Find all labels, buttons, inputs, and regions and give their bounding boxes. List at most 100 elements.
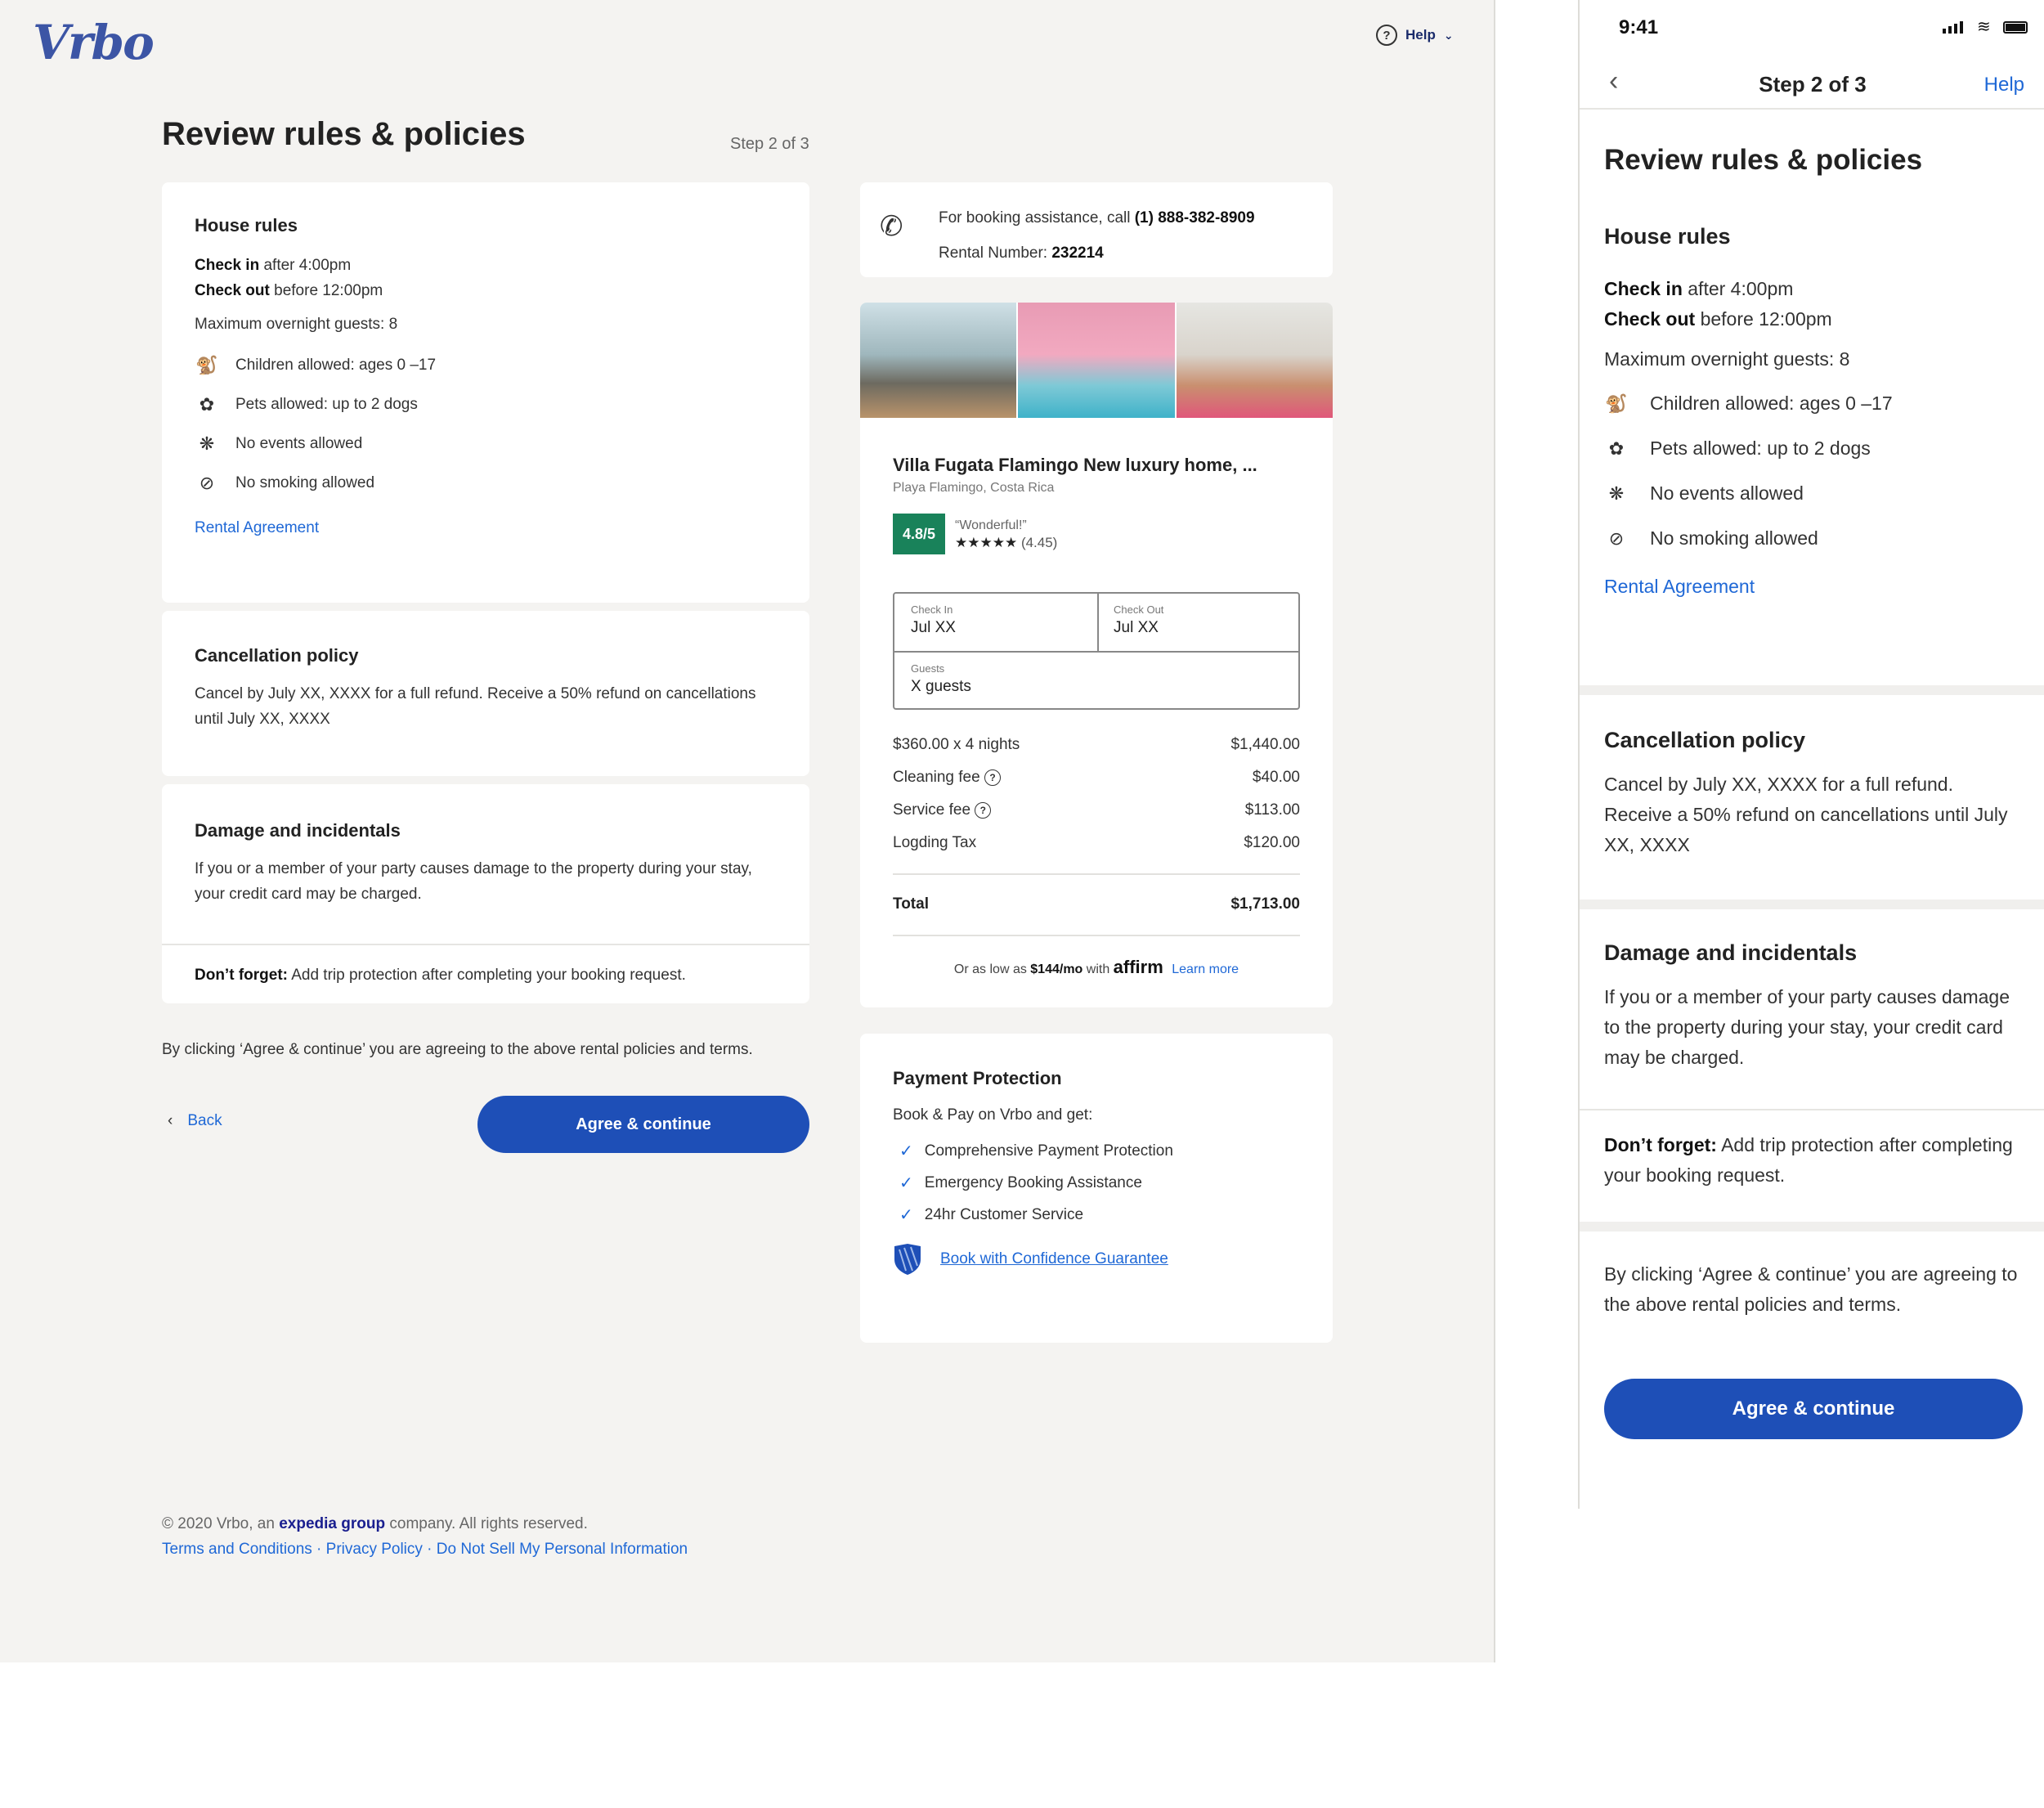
do-not-sell-link[interactable]: Do Not Sell My Personal Information — [437, 1541, 688, 1558]
question-circle-icon: ? — [1376, 25, 1397, 46]
mobile-rule-pets: ✿ Pets allowed: up to 2 dogs — [1604, 437, 2021, 460]
guarantee-link[interactable]: Book with Confidence Guarantee — [940, 1250, 1168, 1268]
wifi-icon: ≋ — [1977, 18, 1991, 36]
stroller-icon: 🐒 — [1605, 393, 1628, 414]
mobile-house-rules: House rules Check in after 4:00pm Check … — [1580, 221, 2044, 685]
price-row-service: Service fee ? $113.00 — [893, 801, 1300, 819]
mobile-agree-disclaimer: By clicking ‘Agree & continue’ you are a… — [1604, 1263, 2018, 1315]
dates-guests-box[interactable]: Check In Jul XX Check Out Jul XX Guests … — [893, 592, 1300, 710]
property-location: Playa Flamingo, Costa Rica — [893, 481, 1055, 495]
copyright: © 2020 Vrbo, an expedia group company. A… — [162, 1515, 588, 1532]
max-guests: Maximum overnight guests: 8 — [195, 316, 398, 333]
affirm-learn-more-link[interactable]: Learn more — [1172, 962, 1239, 976]
star-icon: ★★★★★ — [955, 535, 1018, 550]
privacy-link[interactable]: Privacy Policy — [326, 1541, 423, 1558]
mobile-cancellation-heading: Cancellation policy — [1604, 728, 1806, 752]
affirm-financing: Or as low as $144/mo with affirm Learn m… — [953, 957, 1239, 977]
shield-icon — [894, 1244, 921, 1275]
photo-dining — [1176, 303, 1333, 418]
mobile-house-rules-heading: House rules — [1604, 224, 1731, 249]
mobile-damage-heading: Damage and incidentals — [1604, 940, 1858, 965]
stroller-icon: 🐒 — [195, 355, 218, 375]
mobile-checkin-rule: Check in after 4:00pm — [1604, 278, 1794, 299]
property-photos[interactable] — [860, 303, 1333, 418]
no-events-icon: ❋ — [199, 433, 215, 454]
back-link[interactable]: ‹ Back — [168, 1112, 222, 1130]
help-menu[interactable]: ? Help ⌄ — [1376, 25, 1454, 46]
cancellation-text: Cancel by July XX, XXXX for a full refun… — [195, 685, 756, 728]
desktop-page: Vrbo ? Help ⌄ Review rules & policies St… — [0, 0, 1495, 1662]
check-icon: ✓ — [899, 1142, 913, 1160]
paw-icon: ✿ — [199, 394, 215, 415]
house-rules-card: House rules Check in after 4:00pm Check … — [162, 182, 809, 603]
protection-item: ✓ Comprehensive Payment Protection — [893, 1141, 1300, 1161]
affirm-logo: affirm — [1113, 957, 1163, 977]
damage-card: Damage and incidentals If you or a membe… — [162, 784, 809, 1003]
paw-icon: ✿ — [1608, 437, 1625, 459]
mobile-checkout-rule: Check out before 12:00pm — [1604, 308, 1832, 330]
payment-protection-subtitle: Book & Pay on Vrbo and get: — [893, 1106, 1093, 1124]
check-icon: ✓ — [899, 1206, 913, 1224]
footer: © 2020 Vrbo, an expedia group company. A… — [162, 1511, 688, 1562]
mobile-rule-events: ❋ No events allowed — [1604, 482, 2021, 505]
trip-protection-reminder: Don’t forget: Add trip protection after … — [195, 967, 686, 984]
cancellation-heading: Cancellation policy — [195, 645, 359, 666]
check-icon: ✓ — [899, 1174, 913, 1192]
rating-word: “Wonderful!” — [955, 518, 1027, 532]
mobile-page-title: Review rules & policies — [1604, 144, 1923, 176]
assistance-card: ✆ For booking assistance, call (1) 888-3… — [860, 182, 1333, 277]
price-total: Total $1,713.00 — [893, 895, 1300, 913]
battery-icon — [2003, 21, 2028, 34]
price-row-nights: $360.00 x 4 nights $1,440.00 — [893, 736, 1300, 753]
rating-badge: 4.8/5 — [893, 514, 945, 554]
protection-item: ✓ Emergency Booking Assistance — [893, 1173, 1300, 1193]
mobile-rule-children: 🐒 Children allowed: ages 0 –17 — [1605, 393, 1893, 414]
damage-text: If you or a member of your party causes … — [195, 860, 752, 903]
checkin-field[interactable]: Check In Jul XX — [911, 603, 956, 637]
assistance-phone: For booking assistance, call (1) 888-382… — [939, 209, 1255, 227]
mobile-cancellation: Cancellation policy Cancel by July XX, X… — [1580, 695, 2044, 900]
photo-living-room — [860, 303, 1017, 418]
mobile-page: 9:41 ≋ ‹ Step 2 of 3 Help Review rules &… — [1578, 0, 2044, 1509]
terms-link[interactable]: Terms and Conditions — [162, 1541, 312, 1558]
mobile-agree-continue-button[interactable]: Agree & continue — [1604, 1379, 2023, 1439]
info-icon[interactable]: ? — [975, 801, 992, 819]
nav-bar: ‹ Step 2 of 3 Help — [1580, 57, 2044, 110]
mobile-trip-protection-reminder: Don’t forget: Add trip protection after … — [1604, 1134, 2013, 1186]
rule-events: ❋ No events allowed — [195, 433, 777, 455]
help-label: Help — [1405, 27, 1436, 43]
no-events-icon: ❋ — [1608, 482, 1625, 504]
mobile-rule-smoking: ⊘ No smoking allowed — [1604, 527, 2021, 550]
rule-pets: ✿ Pets allowed: up to 2 dogs — [195, 394, 777, 415]
rating-stars: ★★★★★ (4.45) — [955, 535, 1058, 550]
price-breakdown: $360.00 x 4 nights $1,440.00 Cleaning fee… — [893, 736, 1300, 852]
guarantee-row: Book with Confidence Guarantee — [893, 1243, 1300, 1276]
property-card: Villa Fugata Flamingo New luxury home, .… — [860, 303, 1333, 1007]
mobile-damage: Damage and incidentals If you or a membe… — [1580, 909, 2044, 1222]
step-indicator: Step 2 of 3 — [730, 135, 809, 153]
checkout-rule: Check out before 12:00pm — [195, 282, 383, 299]
checkin-rule: Check in after 4:00pm — [195, 257, 352, 274]
price-row-cleaning: Cleaning fee ? $40.00 — [893, 769, 1300, 786]
vrbo-logo[interactable]: Vrbo — [33, 15, 155, 70]
rule-children: 🐒 Children allowed: ages 0 –17 — [195, 355, 437, 375]
info-icon[interactable]: ? — [984, 769, 1001, 786]
nav-title: Step 2 of 3 — [1759, 72, 1867, 96]
protection-item: ✓ 24hr Customer Service — [893, 1205, 1300, 1225]
nav-help-link[interactable]: Help — [1984, 74, 2024, 96]
no-smoking-icon: ⊘ — [199, 473, 215, 493]
damage-heading: Damage and incidentals — [195, 820, 401, 841]
mobile-rental-agreement-link[interactable]: Rental Agreement — [1604, 576, 2021, 598]
guests-field[interactable]: Guests X guests — [911, 662, 971, 696]
checkout-field[interactable]: Check Out Jul XX — [1114, 603, 1163, 637]
phone-icon: ✆ — [880, 211, 903, 242]
property-name[interactable]: Villa Fugata Flamingo New luxury home, .… — [893, 455, 1257, 476]
rental-agreement-link[interactable]: Rental Agreement — [195, 515, 777, 541]
photo-pool — [1018, 303, 1175, 418]
status-time: 9:41 — [1619, 16, 1659, 38]
agree-continue-button[interactable]: Agree & continue — [477, 1096, 809, 1153]
chevron-down-icon: ⌄ — [1443, 28, 1454, 42]
rule-smoking: ⊘ No smoking allowed — [195, 473, 777, 494]
price-row-tax: Logding Tax $120.00 — [893, 834, 1300, 851]
chevron-left-icon: ‹ — [168, 1112, 173, 1129]
